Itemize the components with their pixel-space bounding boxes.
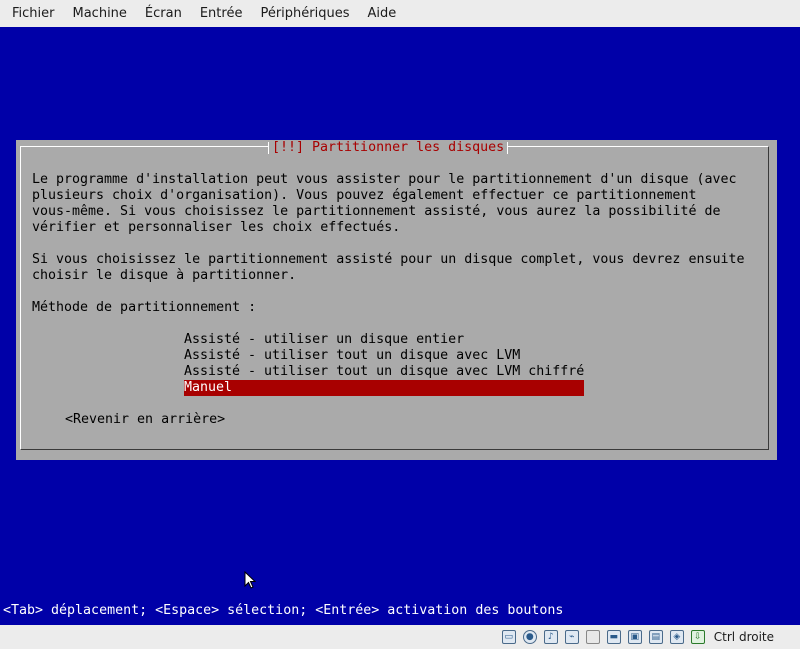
intro-line-4: vérifier et personnaliser les choix effe… <box>32 220 401 235</box>
audio-icon[interactable]: ♪ <box>543 630 558 644</box>
host-key-label: Ctrl droite <box>713 630 774 644</box>
partition-dialog: [!!] Partitionner les disques Le program… <box>16 140 777 460</box>
menu-ecran[interactable]: Écran <box>136 0 191 27</box>
menu-machine[interactable]: Machine <box>64 0 136 27</box>
mouse-pointer-icon <box>244 571 256 589</box>
method-label: Méthode de partitionnement : <box>32 300 257 315</box>
keyboard-hint: <Tab> déplacement; <Espace> sélection; <… <box>3 603 564 618</box>
hard-disk-icon[interactable]: ▭ <box>501 630 516 644</box>
video-capture-icon[interactable]: ▣ <box>627 630 642 644</box>
option-assiste-disque-entier[interactable]: Assisté - utiliser un disque entier <box>184 332 584 348</box>
option-assiste-lvm-chiffre[interactable]: Assisté - utiliser tout un disque avec L… <box>184 364 584 380</box>
option-assiste-lvm[interactable]: Assisté - utiliser tout un disque avec L… <box>184 348 584 364</box>
optical-drive-icon[interactable]: ● <box>522 630 537 644</box>
menu-bar: Fichier Machine Écran Entrée Périphériqu… <box>0 0 800 27</box>
intro-line-2: plusieurs choix d'organisation). Vous po… <box>32 188 697 203</box>
cpu-icon[interactable]: ▤ <box>648 630 663 644</box>
menu-fichier[interactable]: Fichier <box>0 0 64 27</box>
mouse-integration-icon[interactable]: ⇩ <box>690 630 705 644</box>
intro-line-1: Le programme d'installation peut vous as… <box>32 172 737 187</box>
dialog-title: [!!] Partitionner les disques <box>268 140 509 156</box>
info-line-2: choisir le disque à partitionner. <box>32 268 297 283</box>
menu-entree[interactable]: Entrée <box>191 0 252 27</box>
option-manuel[interactable]: Manuel <box>184 380 584 396</box>
menu-peripheriques[interactable]: Périphériques <box>251 0 358 27</box>
back-button[interactable]: <Revenir en arrière> <box>65 412 225 428</box>
usb-icon[interactable]: ⌁ <box>564 630 579 644</box>
shared-folder-icon[interactable] <box>585 630 600 644</box>
vm-screen[interactable]: [!!] Partitionner les disques Le program… <box>0 27 800 625</box>
display-icon[interactable]: ▬ <box>606 630 621 644</box>
network-icon[interactable]: ◈ <box>669 630 684 644</box>
status-bar: ▭ ● ♪ ⌁ ▬ ▣ ▤ ◈ ⇩ Ctrl droite <box>0 625 800 649</box>
intro-line-3: vous-même. Si vous choisissez le partiti… <box>32 204 721 219</box>
info-line-1: Si vous choisissez le partitionnement as… <box>32 252 745 267</box>
menu-aide[interactable]: Aide <box>359 0 406 27</box>
